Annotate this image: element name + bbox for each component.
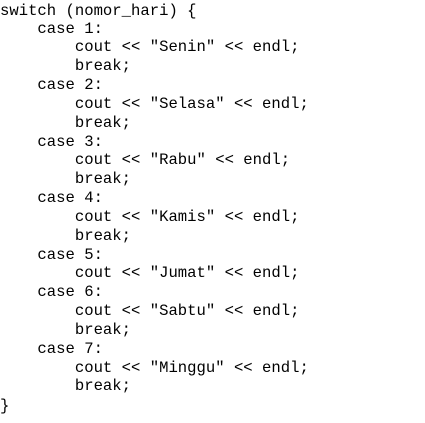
code-line: } xyxy=(0,397,10,415)
code-line: case 2: xyxy=(0,76,103,94)
code-line: case 5: xyxy=(0,246,103,264)
code-line: break; xyxy=(0,377,132,395)
code-line: break; xyxy=(0,170,132,188)
code-line: cout << "Rabu" << endl; xyxy=(0,151,291,169)
code-line: cout << "Sabtu" << endl; xyxy=(0,302,300,320)
code-snippet: switch (nomor_hari) { case 1: cout << "S… xyxy=(0,0,425,423)
code-line: case 4: xyxy=(0,189,103,207)
code-line: case 6: xyxy=(0,283,103,301)
code-line: cout << "Jumat" << endl; xyxy=(0,264,300,282)
code-line: case 1: xyxy=(0,20,103,38)
code-line: cout << "Kamis" << endl; xyxy=(0,208,300,226)
code-line: cout << "Minggu" << endl; xyxy=(0,359,309,377)
code-line: switch (nomor_hari) { xyxy=(0,2,197,20)
code-line: case 3: xyxy=(0,133,103,151)
code-line: break; xyxy=(0,114,132,132)
code-line: cout << "Selasa" << endl; xyxy=(0,95,309,113)
code-line: break; xyxy=(0,227,132,245)
code-line: case 7: xyxy=(0,340,103,358)
code-line: cout << "Senin" << endl; xyxy=(0,38,300,56)
code-line: break; xyxy=(0,57,132,75)
code-line: break; xyxy=(0,321,132,339)
